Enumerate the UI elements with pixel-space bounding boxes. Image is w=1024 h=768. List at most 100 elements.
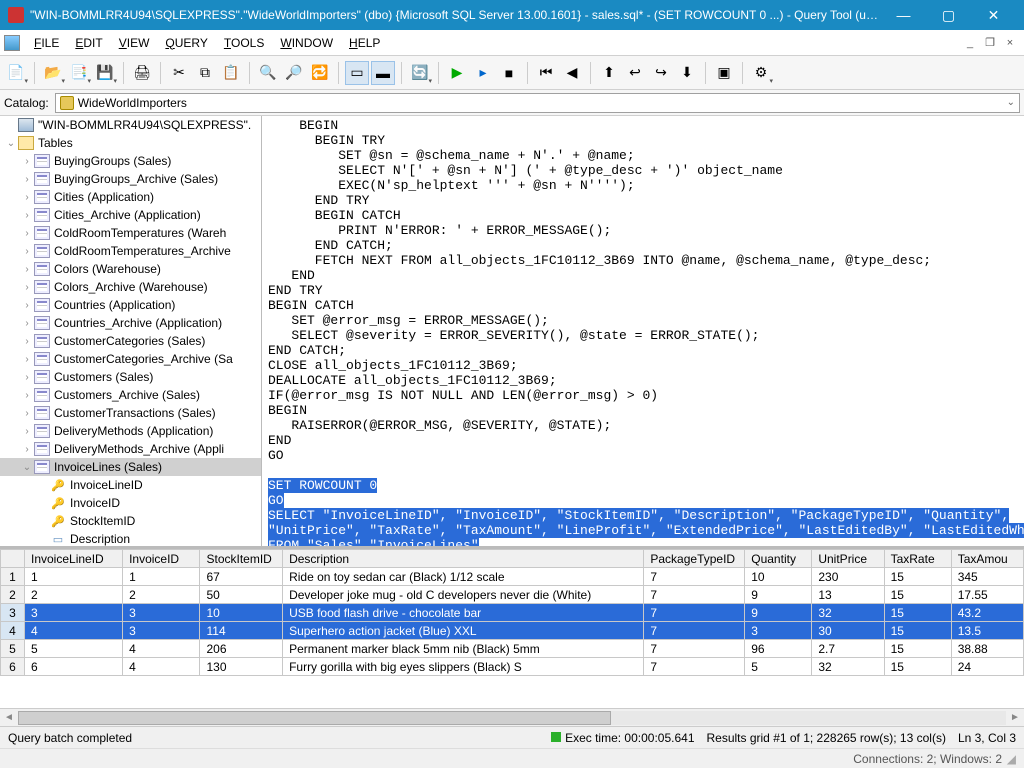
find-button[interactable]: 🔍 — [256, 61, 280, 85]
paste-button[interactable]: 📋 — [219, 61, 243, 85]
cell[interactable]: 345 — [951, 568, 1023, 586]
cell[interactable]: 15 — [884, 586, 951, 604]
tree-twisty-icon[interactable]: › — [20, 390, 34, 401]
cell[interactable]: 96 — [745, 640, 812, 658]
column-header[interactable]: InvoiceLineID — [25, 550, 123, 568]
cell[interactable]: 130 — [200, 658, 283, 676]
cell[interactable]: 15 — [884, 622, 951, 640]
cell[interactable]: 7 — [644, 658, 745, 676]
cell[interactable]: 50 — [200, 586, 283, 604]
nav-first-button[interactable]: ⏮ — [534, 61, 558, 85]
cell[interactable]: Developer joke mug - old C developers ne… — [283, 586, 644, 604]
tree-item[interactable]: ›Customers_Archive (Sales) — [0, 386, 261, 404]
cell[interactable]: 13.5 — [951, 622, 1023, 640]
tree-twisty-icon[interactable]: › — [20, 444, 34, 455]
options-button[interactable]: ⚙ — [749, 61, 773, 85]
cell[interactable]: 2 — [123, 586, 200, 604]
column-header[interactable]: Description — [283, 550, 644, 568]
tree-item[interactable]: ›Cities_Archive (Application) — [0, 206, 261, 224]
menu-file[interactable]: FILE — [26, 34, 67, 52]
layout-button[interactable]: ▣ — [712, 61, 736, 85]
row-number[interactable]: 2 — [1, 586, 25, 604]
cell[interactable]: 32 — [812, 604, 884, 622]
nav-prev-button[interactable]: ◀ — [560, 61, 584, 85]
mdi-close-button[interactable]: × — [1002, 36, 1018, 50]
cell[interactable]: 3 — [745, 622, 812, 640]
stop-button[interactable]: ■ — [497, 61, 521, 85]
column-header[interactable]: PackageTypeID — [644, 550, 745, 568]
table-row[interactable]: 44 3 114Superhero action jacket (Blue) XXL… — [1, 622, 1024, 640]
tree-item[interactable]: 🔑StockItemID — [0, 512, 261, 530]
cell[interactable]: 30 — [812, 622, 884, 640]
save-button[interactable]: 💾 — [93, 61, 117, 85]
copy-button[interactable]: ⧉ — [193, 61, 217, 85]
tree-twisty-icon[interactable]: › — [20, 228, 34, 239]
column-header[interactable]: InvoiceID — [123, 550, 200, 568]
minimize-button[interactable]: — — [881, 0, 926, 30]
open-sql-button[interactable]: 📑 — [67, 61, 91, 85]
cell[interactable]: 2.7 — [812, 640, 884, 658]
column-header[interactable]: StockItemID — [200, 550, 283, 568]
menu-view[interactable]: VIEW — [111, 34, 158, 52]
tree-twisty-icon[interactable]: › — [20, 354, 34, 365]
cell[interactable]: 9 — [745, 604, 812, 622]
mdi-minimize-button[interactable]: _ — [962, 36, 978, 50]
menu-query[interactable]: QUERY — [157, 34, 215, 52]
cell[interactable]: 230 — [812, 568, 884, 586]
tree-twisty-icon[interactable]: › — [20, 408, 34, 419]
bookmark-prev-button[interactable]: ↩ — [623, 61, 647, 85]
cell[interactable]: Superhero action jacket (Blue) XXL — [283, 622, 644, 640]
cell[interactable]: 114 — [200, 622, 283, 640]
tree-item[interactable]: ›CustomerCategories (Sales) — [0, 332, 261, 350]
tree-item[interactable]: ›CustomerCategories_Archive (Sa — [0, 350, 261, 368]
scrollbar-thumb[interactable] — [18, 711, 611, 725]
close-button[interactable]: ✕ — [971, 0, 1016, 30]
cell[interactable]: 7 — [644, 640, 745, 658]
cell[interactable]: 43.2 — [951, 604, 1023, 622]
tree-twisty-icon[interactable]: › — [20, 282, 34, 293]
cell[interactable]: 3 — [123, 604, 200, 622]
row-number[interactable]: 3 — [1, 604, 25, 622]
bookmark-add-button[interactable]: ⬆ — [597, 61, 621, 85]
tree-twisty-icon[interactable]: › — [20, 318, 34, 329]
tree-twisty-icon[interactable]: › — [20, 156, 34, 167]
tree-item[interactable]: ›BuyingGroups_Archive (Sales) — [0, 170, 261, 188]
tree-twisty-icon[interactable]: › — [20, 426, 34, 437]
tree-twisty-icon[interactable]: › — [20, 336, 34, 347]
tree-item[interactable]: ›Countries_Archive (Application) — [0, 314, 261, 332]
resize-grip-icon[interactable]: ◢ — [1002, 752, 1016, 766]
cell[interactable]: 7 — [644, 622, 745, 640]
table-row[interactable]: 664130Furry gorilla with big eyes slippe… — [1, 658, 1024, 676]
tree-item[interactable]: ⌄InvoiceLines (Sales) — [0, 458, 261, 476]
cell[interactable]: 7 — [644, 586, 745, 604]
tree-item[interactable]: "WIN-BOMMLRR4U94\SQLEXPRESS". — [0, 116, 261, 134]
cell[interactable]: Ride on toy sedan car (Black) 1/12 scale — [283, 568, 644, 586]
cell[interactable]: 4 — [123, 640, 200, 658]
tree-twisty-icon[interactable]: › — [20, 210, 34, 221]
column-header[interactable]: TaxRate — [884, 550, 951, 568]
cell[interactable]: 13 — [812, 586, 884, 604]
tree-item[interactable]: ›Colors (Warehouse) — [0, 260, 261, 278]
bookmark-next-button[interactable]: ↪ — [649, 61, 673, 85]
tree-item[interactable]: ⌄Tables — [0, 134, 261, 152]
cell[interactable]: Permanent marker black 5mm nib (Black) 5… — [283, 640, 644, 658]
tree-twisty-icon[interactable]: ⌄ — [4, 138, 18, 149]
tree-item[interactable]: ›ColdRoomTemperatures (Wareh — [0, 224, 261, 242]
cell[interactable]: 10 — [200, 604, 283, 622]
scroll-right-icon[interactable]: ► — [1006, 712, 1024, 723]
menu-tools[interactable]: TOOLS — [216, 34, 272, 52]
tree-twisty-icon[interactable]: › — [20, 300, 34, 311]
tree-twisty-icon[interactable]: › — [20, 264, 34, 275]
cell[interactable]: 4 — [25, 622, 123, 640]
cell[interactable]: 15 — [884, 640, 951, 658]
cell[interactable]: 15 — [884, 604, 951, 622]
row-number[interactable]: 4 — [1, 622, 25, 640]
object-tree[interactable]: "WIN-BOMMLRR4U94\SQLEXPRESS".⌄Tables ›Buy… — [0, 116, 261, 546]
cell[interactable]: 15 — [884, 658, 951, 676]
tree-item[interactable]: ›DeliveryMethods (Application) — [0, 422, 261, 440]
execute-step-button[interactable]: ▸ — [471, 61, 495, 85]
cell[interactable]: 206 — [200, 640, 283, 658]
find-next-button[interactable]: 🔎 — [282, 61, 306, 85]
cell[interactable]: USB food flash drive - chocolate bar — [283, 604, 644, 622]
table-row[interactable]: 554206Permanent marker black 5mm nib (Bl… — [1, 640, 1024, 658]
